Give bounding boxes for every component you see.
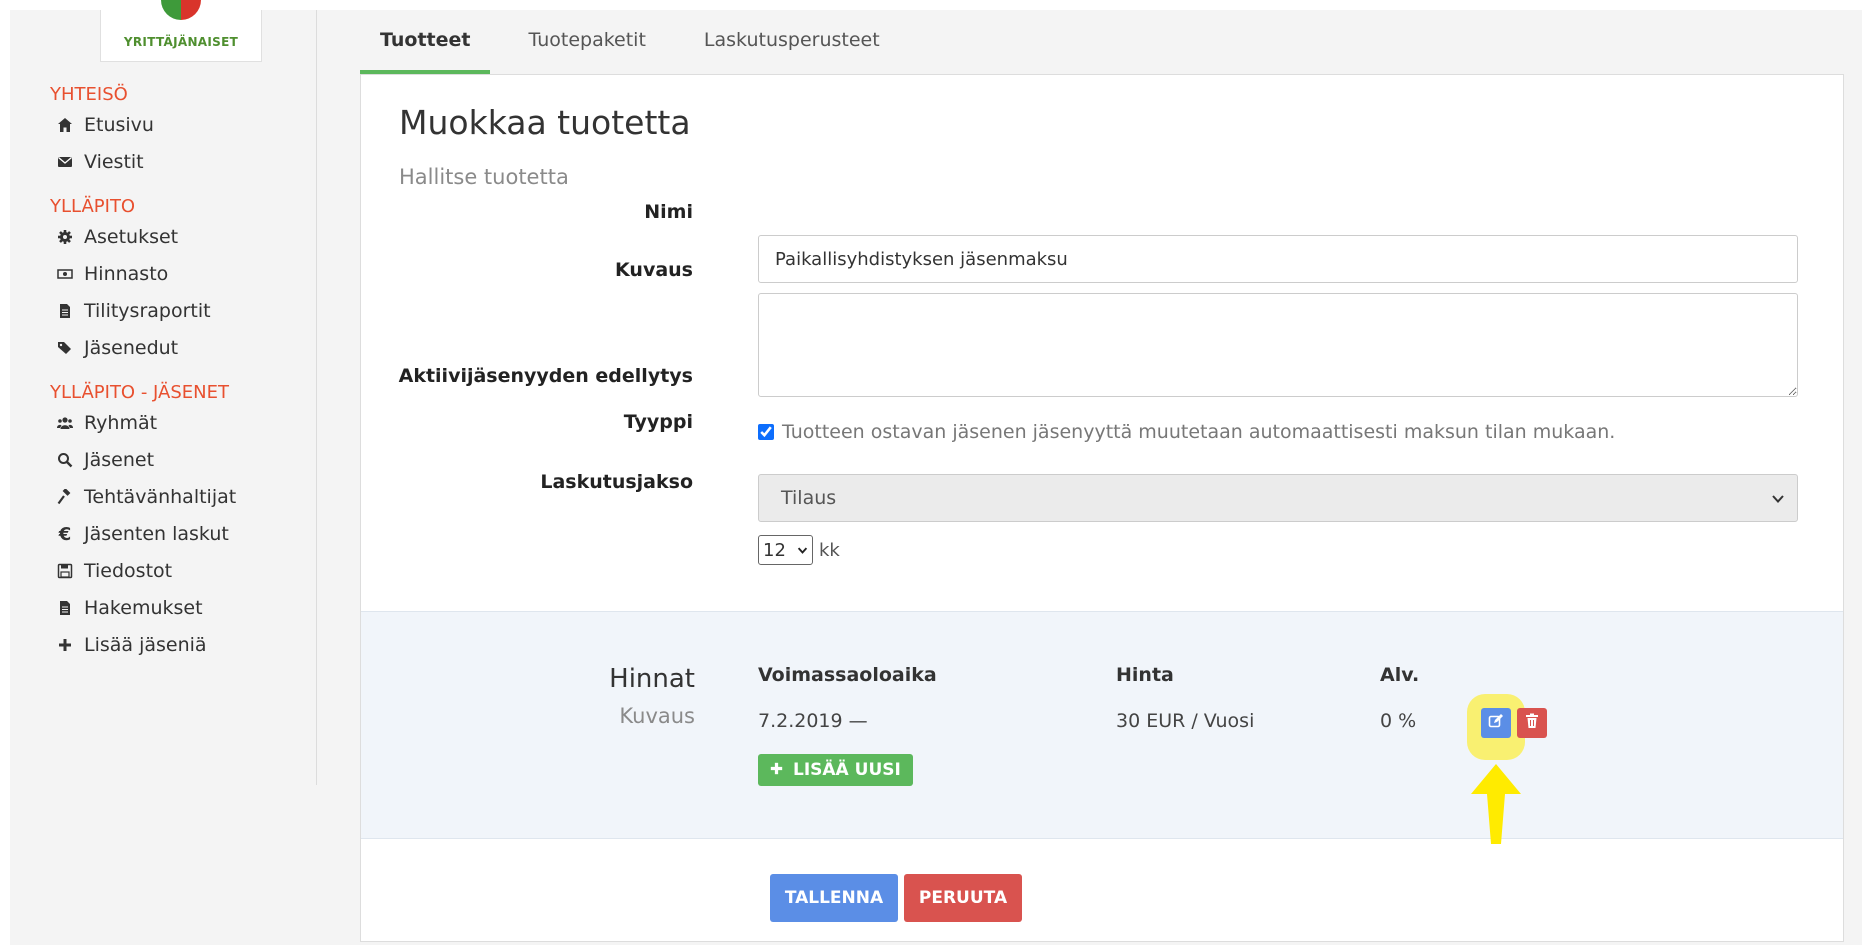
sidebar-item-tilitysraportit[interactable]: Tilitysraportit [56, 296, 211, 326]
home-icon [56, 116, 74, 134]
sidebar-item-tiedostot[interactable]: Tiedostot [56, 556, 172, 586]
logo-mark-icon [161, 0, 201, 20]
sidebar-item-jasenet[interactable]: Jäsenet [56, 445, 154, 475]
column-header-price: Hinta [1116, 664, 1174, 686]
active-membership-checkbox[interactable] [758, 424, 774, 440]
sidebar-item-tehtavanhaltijat[interactable]: Tehtävänhaltijat [56, 482, 236, 512]
sidebar-item-ryhmat[interactable]: Ryhmät [56, 408, 157, 438]
page-title: Muokkaa tuotetta [399, 103, 691, 142]
sidebar-item-hakemukset[interactable]: Hakemukset [56, 593, 203, 623]
file-icon [56, 302, 74, 320]
money-bill-icon [56, 265, 74, 283]
sidebar-item-jasenedut[interactable]: Jäsenedut [56, 333, 178, 363]
chevron-down-icon [797, 540, 808, 561]
section-title-yhteiso: YHTEISÖ [50, 84, 128, 105]
save-button[interactable]: TALLENNA [770, 874, 898, 922]
edit-price-button[interactable] [1481, 708, 1511, 738]
tags-icon [56, 339, 74, 357]
sidebar-item-asetukset[interactable]: Asetukset [56, 222, 178, 252]
sidebar-item-label: Tilitysraportit [84, 300, 211, 322]
sidebar-item-label: Tehtävänhaltijat [84, 486, 237, 508]
type-select[interactable]: Tilaus [758, 474, 1798, 522]
billing-period-label: Laskutusjakso [540, 471, 693, 493]
sidebar-item-viestit[interactable]: Viestit [56, 147, 144, 177]
envelope-icon [56, 153, 74, 171]
type-select-value: Tilaus [781, 487, 837, 509]
plus-icon [770, 760, 783, 780]
sidebar-item-etusivu[interactable]: Etusivu [56, 110, 154, 140]
search-icon [56, 451, 74, 469]
sidebar-item-label: Jäsenet [84, 449, 155, 471]
sidebar-item-label: Hakemukset [84, 597, 203, 619]
type-label: Tyyppi [623, 411, 693, 433]
add-price-label: LISÄÄ UUSI [793, 760, 901, 780]
description-label: Kuvaus [615, 259, 693, 281]
sidebar-item-label: Tiedostot [84, 560, 173, 582]
arrow-up-annotation-icon [1469, 764, 1523, 848]
euro-icon: € [58, 523, 72, 545]
app-root: YRITTÄJÄNAISET YHTEISÖ Etusivu Viestit Y… [10, 0, 1862, 945]
section-title-yllapito: YLLÄPITO [50, 196, 136, 217]
sidebar-item-label: Hinnasto [84, 263, 169, 285]
users-icon [56, 414, 74, 432]
edit-product-card: Muokkaa tuotetta Hallitse tuotetta Nimi … [360, 74, 1844, 942]
prices-section: Hinnat Kuvaus Voimassaoloaika Hinta Alv.… [361, 611, 1843, 844]
logo-text: YRITTÄJÄNAISET [123, 35, 239, 49]
tab-tuotepaketit[interactable]: Tuotepaketit [508, 10, 665, 74]
name-label: Nimi [644, 201, 693, 223]
edit-icon [1488, 713, 1504, 733]
tab-bar: Tuotteet Tuotepaketit Laskutusperusteet [360, 10, 918, 74]
description-textarea[interactable] [758, 293, 1798, 397]
plus-icon [56, 636, 74, 654]
price-row-vat: 0 % [1380, 710, 1417, 732]
name-input[interactable] [758, 235, 1798, 283]
billing-period-value: 12 [763, 539, 786, 561]
sidebar-item-label: Ryhmät [84, 412, 158, 434]
column-header-vat: Alv. [1380, 664, 1420, 686]
tab-tuotteet[interactable]: Tuotteet [360, 10, 491, 74]
price-row-price: 30 EUR / Vuosi [1116, 710, 1255, 732]
sidebar: YRITTÄJÄNAISET YHTEISÖ Etusivu Viestit Y… [10, 0, 317, 785]
page-subtitle: Hallitse tuotetta [399, 165, 569, 189]
gavel-icon [56, 488, 74, 506]
add-price-button[interactable]: LISÄÄ UUSI [758, 754, 913, 786]
column-header-validity: Voimassaoloaika [758, 664, 937, 686]
tab-laskutusperusteet[interactable]: Laskutusperusteet [684, 10, 900, 74]
sidebar-item-label: Jäsenten laskut [84, 523, 229, 545]
trash-icon [1525, 713, 1539, 733]
sidebar-item-hinnasto[interactable]: Hinnasto [56, 259, 168, 289]
sidebar-item-label: Lisää jäseniä [84, 634, 207, 656]
active-membership-row: Tuotteen ostavan jäsenen jäsenyyttä muut… [758, 421, 1615, 443]
billing-period-unit: kk [819, 539, 840, 561]
sidebar-item-label: Asetukset [84, 226, 179, 248]
cancel-button[interactable]: PERUUTA [904, 874, 1022, 922]
price-row-validity: 7.2.2019 — [758, 710, 868, 732]
sidebar-item-label: Viestit [84, 151, 144, 173]
delete-price-button[interactable] [1517, 708, 1547, 738]
save-icon [56, 562, 74, 580]
billing-period-row: 12 kk [758, 535, 840, 565]
sidebar-item-lisaa-jasenia[interactable]: Lisää jäseniä [56, 630, 207, 660]
chevron-down-icon [1771, 489, 1785, 511]
gear-icon [56, 228, 74, 246]
prices-subtitle: Kuvaus [619, 704, 695, 728]
prices-title: Hinnat [609, 664, 695, 694]
file-icon [56, 599, 74, 617]
section-title-yllapito-jasenet: YLLÄPITO - JÄSENET [50, 382, 229, 403]
logo[interactable]: YRITTÄJÄNAISET [100, 0, 262, 62]
sidebar-item-jasenten-laskut[interactable]: € Jäsenten laskut [56, 519, 229, 549]
billing-period-select[interactable]: 12 [758, 535, 813, 565]
active-membership-label: Aktiivijäsenyyden edellytys [398, 365, 693, 387]
active-membership-text: Tuotteen ostavan jäsenen jäsenyyttä muut… [782, 421, 1616, 443]
sidebar-item-label: Etusivu [84, 114, 154, 136]
sidebar-item-label: Jäsenedut [84, 337, 179, 359]
